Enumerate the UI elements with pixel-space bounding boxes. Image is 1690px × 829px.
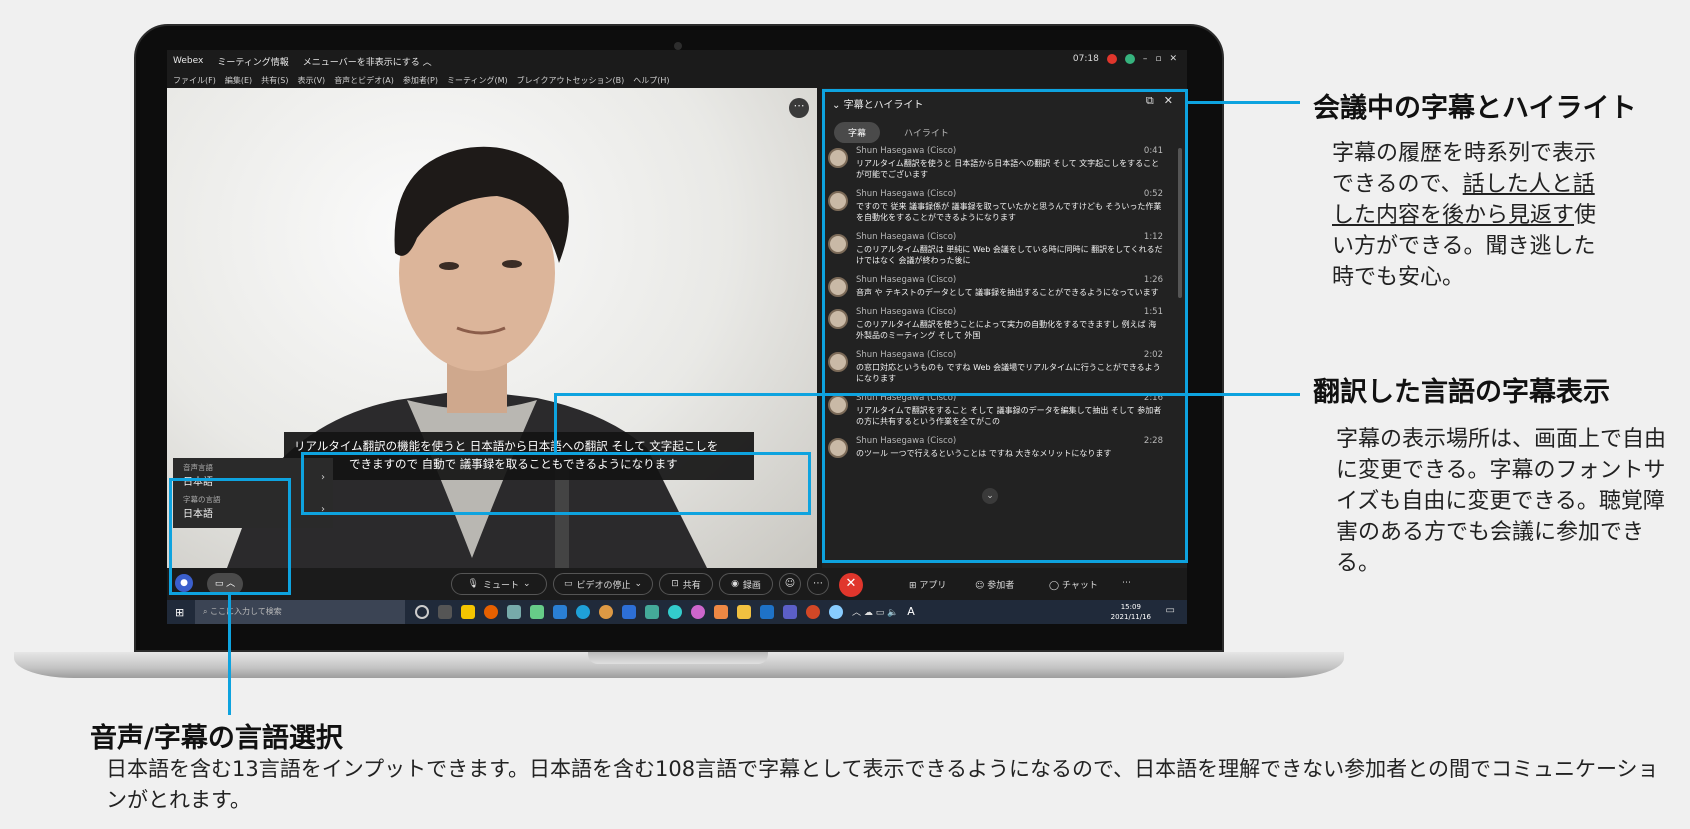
windows-start-icon[interactable]: ⊞ — [175, 606, 184, 619]
webcam — [674, 42, 682, 50]
more-options-button[interactable]: ⋯ — [807, 573, 829, 595]
mail-icon[interactable] — [553, 605, 567, 619]
apps-button[interactable]: ⊞ アプリ — [909, 578, 946, 591]
chevron-down-icon: ⌄ — [522, 579, 531, 589]
app-icon[interactable] — [668, 605, 682, 619]
menu-view[interactable]: 表示(V) — [297, 75, 325, 86]
close-window-button[interactable]: ✕ — [1169, 54, 1177, 64]
connector-line — [554, 393, 557, 453]
connector-line — [228, 595, 231, 715]
share-button[interactable]: ⊡ 共有 — [659, 573, 713, 595]
file-explorer-icon[interactable] — [737, 605, 751, 619]
taskbar-apps: ︿ ☁ ▭ 🔈 A — [415, 605, 915, 619]
powerpoint-icon[interactable] — [806, 605, 820, 619]
annotation-captions-body: 字幕の履歴を時系列で表示 できるので、話した人と話 した内容を後から見返す使 い… — [1332, 141, 1597, 290]
microphone-icon: 🎙 — [467, 579, 479, 589]
share-icon: ⊡ — [671, 579, 679, 589]
menu-meeting[interactable]: ミーティング(M) — [447, 75, 508, 86]
weather-icon[interactable] — [829, 605, 843, 619]
minimize-button[interactable]: – — [1143, 54, 1148, 64]
participants-icon: ☺ — [975, 581, 988, 591]
record-button[interactable]: ◉ 録画 — [719, 573, 773, 595]
apps-icon: ⊞ — [909, 581, 920, 591]
annotation-captions-title: 会議中の字幕とハイライト — [1313, 93, 1637, 124]
caption-panel-highlight — [822, 89, 1188, 563]
menu-participants[interactable]: 参加者(P) — [403, 75, 438, 86]
app-icon[interactable] — [714, 605, 728, 619]
annotation-language-body: 日本語を含む13言語をインプットできます。日本語を含む108言語で字幕として表示… — [106, 757, 1659, 812]
connector-line — [1188, 101, 1300, 104]
webex-logo: Webex — [173, 56, 204, 66]
cortana-icon[interactable] — [415, 605, 429, 619]
menu-bar: ファイル(F) 編集(E) 共有(S) 表示(V) 音声とビデオ(A) 参加者(… — [167, 72, 1187, 88]
subtitle-highlight — [301, 452, 811, 515]
app-icon[interactable] — [645, 605, 659, 619]
menu-breakout[interactable]: ブレイクアウトセッション(B) — [517, 75, 625, 86]
edge-icon[interactable] — [576, 605, 590, 619]
outlook-icon[interactable] — [760, 605, 774, 619]
chrome-icon[interactable] — [599, 605, 613, 619]
laptop-notch — [588, 652, 768, 664]
tray-icons[interactable]: ︿ ☁ ▭ 🔈 — [852, 605, 898, 619]
chat-button[interactable]: ◯ チャット — [1049, 578, 1098, 591]
leave-meeting-button[interactable]: ✕ — [839, 573, 863, 597]
meeting-control-bar: ● ▭ ︿ 🎙 ミュート ⌄ ▭ ビデオの停止 ⌄ ⊡ 共有 ◉ 録画 ☺ ⋯ ✕ ⊞ アプ… — [167, 568, 1187, 598]
title-bar: Webex ミーティング情報 メニューバーを非表示にする ︿ — [167, 50, 1187, 72]
chat-icon: ◯ — [1049, 581, 1062, 591]
security-indicator-icon — [1124, 54, 1135, 64]
annotation-language-title: 音声/字幕の言語選択 — [90, 723, 343, 754]
record-icon: ◉ — [731, 579, 739, 589]
hide-menubar-button[interactable]: メニューバーを非表示にする ︿ — [303, 55, 432, 68]
search-icon: ⌕ — [203, 607, 211, 616]
participants-button[interactable]: ☺ 参加者 — [975, 578, 1014, 591]
sticky-notes-icon[interactable] — [461, 605, 475, 619]
title-bar-right: 07:18 – ▫ ✕ — [1073, 54, 1177, 64]
task-view-icon[interactable] — [438, 605, 452, 619]
maximize-button[interactable]: ▫ — [1155, 54, 1161, 64]
notification-icon[interactable]: ▭ — [1166, 605, 1175, 616]
teams-icon[interactable] — [783, 605, 797, 619]
taskbar-clock[interactable]: 15:09 2021/11/16 — [1111, 602, 1151, 622]
firefox-icon[interactable] — [484, 605, 498, 619]
menu-share[interactable]: 共有(S) — [261, 75, 288, 86]
taskbar-search[interactable]: ⌕ ここに入力して検索 — [195, 600, 405, 624]
app-icon[interactable] — [507, 605, 521, 619]
windows-taskbar: ⊞ ⌕ ここに入力して検索 ︿ ☁ ▭ 🔈 A 15:09 2021/11/16… — [167, 600, 1187, 624]
language-menu-highlight — [169, 478, 291, 595]
recording-indicator-icon — [1106, 54, 1117, 64]
app-icon[interactable] — [691, 605, 705, 619]
app-icon[interactable] — [530, 605, 544, 619]
meeting-info-button[interactable]: ミーティング情報 — [217, 55, 288, 68]
camera-icon: ▭ — [563, 579, 573, 589]
connector-line — [554, 393, 1300, 396]
mute-button[interactable]: 🎙 ミュート ⌄ — [451, 573, 547, 595]
more-icon[interactable]: ⋯ — [1122, 578, 1131, 588]
menu-edit[interactable]: 編集(E) — [225, 75, 252, 86]
menu-audio-video[interactable]: 音声とビデオ(A) — [334, 75, 394, 86]
annotation-subtitle-title: 翻訳した言語の字幕表示 — [1313, 377, 1610, 408]
reactions-button[interactable]: ☺ — [779, 573, 801, 595]
meeting-time: 07:18 — [1072, 54, 1099, 64]
webex-taskbar-icon[interactable] — [622, 605, 636, 619]
menu-help[interactable]: ヘルプ(H) — [633, 75, 669, 86]
annotation-subtitle-body: 字幕の表示場所は、画面上で自由に変更できる。字幕のフォントサイズも自由に変更でき… — [1336, 427, 1667, 576]
stop-video-button[interactable]: ▭ ビデオの停止 ⌄ — [553, 573, 653, 595]
chevron-down-icon: ⌄ — [634, 579, 643, 589]
ime-indicator[interactable]: A — [907, 605, 915, 619]
menu-file[interactable]: ファイル(F) — [173, 75, 216, 86]
video-more-options-button[interactable]: ⋯ — [789, 98, 809, 118]
